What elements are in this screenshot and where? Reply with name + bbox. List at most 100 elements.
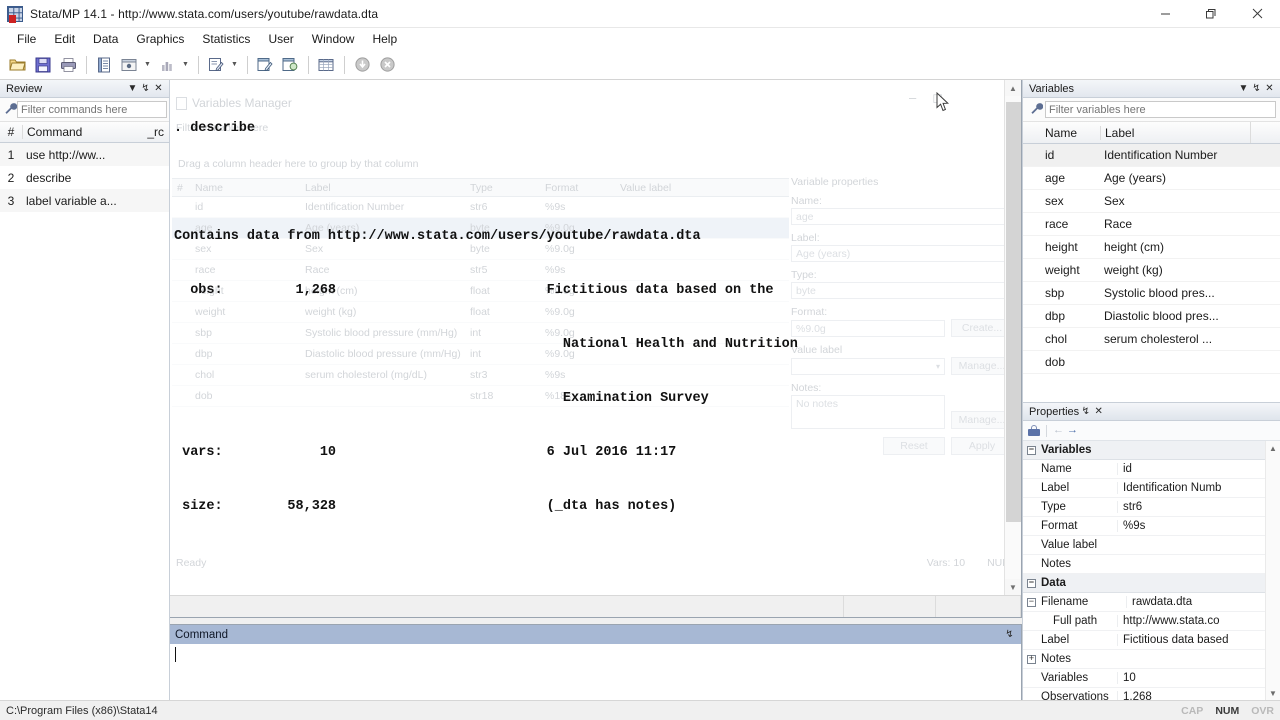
- menu-graphics[interactable]: Graphics: [127, 29, 193, 49]
- graph-dropdown-caret-icon[interactable]: ▼: [180, 53, 191, 77]
- scroll-down-arrow-icon[interactable]: ▼: [1005, 579, 1022, 595]
- results-scroll-track[interactable]: [1004, 96, 1021, 579]
- property-row[interactable]: Type str6: [1023, 498, 1265, 517]
- back-arrow-icon[interactable]: ←: [1053, 425, 1064, 436]
- results-scroll-thumb[interactable]: [1005, 102, 1021, 522]
- menu-window[interactable]: Window: [303, 29, 364, 49]
- review-command-list: 1 use http://ww... 2 describe 3 label va…: [0, 143, 169, 700]
- menu-file[interactable]: File: [8, 29, 45, 49]
- property-row[interactable]: Value label: [1023, 536, 1265, 555]
- variable-name: dob: [1045, 355, 1066, 369]
- pin-icon[interactable]: ↯: [1250, 83, 1263, 94]
- properties-group-data[interactable]: − Data: [1023, 574, 1265, 593]
- save-icon[interactable]: [31, 53, 55, 77]
- properties-group-variables[interactable]: − Variables: [1023, 441, 1265, 460]
- wrench-icon[interactable]: [4, 102, 18, 118]
- property-row[interactable]: Observations 1,268: [1023, 688, 1265, 700]
- command-window-title: Command: [175, 628, 229, 641]
- review-row[interactable]: 3 label variable a...: [0, 189, 169, 212]
- variable-label: Identification Number: [1104, 148, 1218, 162]
- stop-icon[interactable]: [375, 53, 399, 77]
- filter-icon[interactable]: ▼: [1237, 83, 1250, 94]
- viewer-icon[interactable]: [117, 53, 141, 77]
- property-key: Name: [1041, 463, 1072, 475]
- property-key: Variables: [1041, 672, 1089, 684]
- variables-col-name[interactable]: Name: [1023, 126, 1100, 140]
- property-row[interactable]: Label Identification Numb: [1023, 479, 1265, 498]
- filter-icon[interactable]: ▼: [126, 83, 139, 94]
- scroll-up-arrow-icon[interactable]: ▲: [1269, 441, 1277, 455]
- data-editor-browse-icon[interactable]: [278, 53, 302, 77]
- variable-name: age: [1045, 171, 1066, 185]
- review-row[interactable]: 1 use http://ww...: [0, 143, 169, 166]
- property-row[interactable]: Label Fictitious data based: [1023, 631, 1265, 650]
- results-vertical-scrollbar[interactable]: ▲ ▼: [1004, 80, 1021, 595]
- variables-row[interactable]: sex Sex: [1023, 190, 1280, 213]
- menu-statistics[interactable]: Statistics: [193, 29, 259, 49]
- command-window: Command ↯: [170, 624, 1022, 700]
- close-icon[interactable]: ✕: [1092, 406, 1105, 417]
- collapse-icon[interactable]: −: [1027, 578, 1036, 588]
- data-editor-edit-icon[interactable]: [253, 53, 277, 77]
- results-output[interactable]: . describe Contains data from http://www…: [170, 80, 1004, 595]
- scroll-up-arrow-icon[interactable]: ▲: [1005, 80, 1022, 96]
- viewer-dropdown-caret-icon[interactable]: ▼: [142, 53, 153, 77]
- collapse-icon[interactable]: −: [1027, 597, 1036, 607]
- results-line: obs: 1,268 Fictitious data based on the: [174, 283, 774, 298]
- variables-row[interactable]: weight weight (kg): [1023, 259, 1280, 282]
- review-col-command[interactable]: Command: [22, 125, 133, 139]
- pin-icon[interactable]: ↯: [1003, 629, 1016, 640]
- do-file-editor-icon[interactable]: [204, 53, 228, 77]
- review-row[interactable]: 2 describe: [0, 166, 169, 189]
- pin-icon[interactable]: ↯: [1079, 406, 1092, 417]
- property-row[interactable]: Variables 10: [1023, 669, 1265, 688]
- property-row[interactable]: Format %9s: [1023, 517, 1265, 536]
- property-value: Fictitious data based: [1117, 634, 1265, 646]
- variables-row[interactable]: sbp Systolic blood pres...: [1023, 282, 1280, 305]
- properties-scroll-track[interactable]: [1266, 455, 1280, 686]
- property-row[interactable]: Full path http://www.stata.co: [1023, 612, 1265, 631]
- forward-arrow-icon[interactable]: →: [1067, 425, 1078, 436]
- wrench-icon[interactable]: [1027, 102, 1045, 118]
- title-bar: Stata/MP 14.1 - http://www.stata.com/use…: [0, 0, 1280, 28]
- variables-row[interactable]: height height (cm): [1023, 236, 1280, 259]
- pin-icon[interactable]: ↯: [139, 83, 152, 94]
- review-filter-input[interactable]: [17, 101, 167, 118]
- do-editor-dropdown-caret-icon[interactable]: ▼: [229, 53, 240, 77]
- property-row[interactable]: Notes: [1023, 555, 1265, 574]
- variables-filter-input[interactable]: [1045, 101, 1276, 118]
- lock-icon[interactable]: [1028, 425, 1040, 436]
- expand-icon[interactable]: +: [1027, 654, 1036, 664]
- minimize-button[interactable]: [1142, 0, 1188, 28]
- graph-icon[interactable]: [155, 53, 179, 77]
- menu-data[interactable]: Data: [84, 29, 127, 49]
- print-icon[interactable]: [56, 53, 80, 77]
- collapse-icon[interactable]: −: [1027, 445, 1036, 455]
- command-input[interactable]: [170, 644, 1021, 700]
- variables-row[interactable]: dbp Diastolic blood pres...: [1023, 305, 1280, 328]
- menu-user[interactable]: User: [259, 29, 302, 49]
- variables-row[interactable]: age Age (years): [1023, 167, 1280, 190]
- restore-button[interactable]: [1188, 0, 1234, 28]
- break-icon[interactable]: [350, 53, 374, 77]
- property-row[interactable]: − Filename rawdata.dta: [1023, 593, 1265, 612]
- variables-row[interactable]: id Identification Number: [1023, 144, 1280, 167]
- properties-vertical-scrollbar[interactable]: ▲ ▼: [1265, 441, 1280, 700]
- close-icon[interactable]: ✕: [152, 83, 165, 94]
- variables-row[interactable]: chol serum cholesterol ...: [1023, 328, 1280, 351]
- property-row[interactable]: Name id: [1023, 460, 1265, 479]
- scroll-down-arrow-icon[interactable]: ▼: [1269, 686, 1277, 700]
- variables-row[interactable]: race Race: [1023, 213, 1280, 236]
- close-icon[interactable]: ✕: [1263, 83, 1276, 94]
- open-file-icon[interactable]: [6, 53, 30, 77]
- review-col-rc[interactable]: _rc: [133, 125, 169, 139]
- results-horizontal-scroll-strip[interactable]: [170, 595, 1021, 617]
- variables-manager-icon[interactable]: [314, 53, 338, 77]
- property-row[interactable]: + Notes: [1023, 650, 1265, 669]
- menu-help[interactable]: Help: [363, 29, 406, 49]
- variables-col-label[interactable]: Label: [1100, 125, 1250, 140]
- menu-edit[interactable]: Edit: [45, 29, 84, 49]
- close-button[interactable]: [1234, 0, 1280, 28]
- log-icon[interactable]: [92, 53, 116, 77]
- variables-row[interactable]: dob: [1023, 351, 1280, 374]
